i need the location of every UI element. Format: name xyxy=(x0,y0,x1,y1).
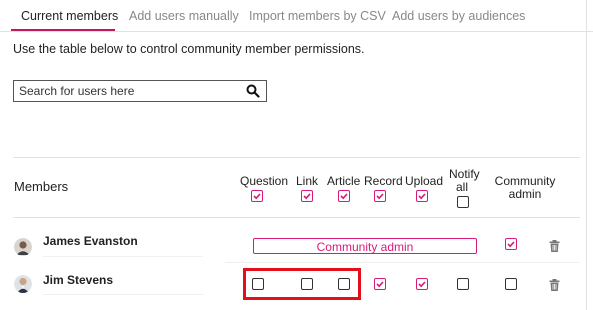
tab-current-members[interactable]: Current members xyxy=(21,9,118,23)
notify-all-checkbox[interactable] xyxy=(457,278,469,290)
community-admin-checkbox[interactable] xyxy=(505,238,517,250)
search-box xyxy=(13,80,267,102)
page-description: Use the table below to control community… xyxy=(13,42,365,56)
member-name[interactable]: James Evanston xyxy=(43,234,138,248)
select-all-article-checkbox[interactable] xyxy=(338,190,350,202)
tab-import-members-csv[interactable]: Import members by CSV xyxy=(249,9,386,23)
column-header-upload: Upload xyxy=(405,174,444,188)
header-divider xyxy=(13,217,580,218)
select-all-notify-checkbox[interactable] xyxy=(457,196,469,208)
active-tab-indicator xyxy=(11,29,115,31)
avatar xyxy=(14,238,32,256)
select-all-question-checkbox[interactable] xyxy=(251,190,263,202)
upload-permission-checkbox[interactable] xyxy=(416,278,428,290)
select-all-link-checkbox[interactable] xyxy=(301,190,313,202)
row-divider xyxy=(225,262,580,263)
panel-border xyxy=(586,0,587,310)
tab-bar: Current members Add users manually Impor… xyxy=(0,0,593,32)
column-header-notify-all: Notify all xyxy=(449,168,480,194)
member-email-placeholder xyxy=(43,256,203,257)
select-all-upload-checkbox[interactable] xyxy=(416,190,428,202)
column-header-link: Link xyxy=(296,174,319,188)
member-name[interactable]: Jim Stevens xyxy=(43,273,113,287)
community-admin-badge: Community admin xyxy=(253,238,477,254)
column-header-notify-all-line2: all xyxy=(455,180,468,194)
tab-add-users-manually[interactable]: Add users manually xyxy=(129,9,239,23)
highlight-annotation xyxy=(243,268,361,300)
record-permission-checkbox[interactable] xyxy=(374,278,386,290)
table-top-divider xyxy=(13,157,580,158)
search-icon[interactable] xyxy=(246,84,260,98)
column-header-record: Record xyxy=(364,174,403,188)
trash-icon[interactable] xyxy=(549,240,560,252)
community-admin-checkbox[interactable] xyxy=(505,278,517,290)
column-header-community-admin: Community admin xyxy=(494,175,556,201)
select-all-record-checkbox[interactable] xyxy=(374,190,386,202)
member-email-placeholder xyxy=(43,294,203,295)
members-column-header: Members xyxy=(14,179,69,194)
search-input[interactable] xyxy=(14,81,239,101)
column-header-community-admin-line2: admin xyxy=(508,187,542,201)
avatar xyxy=(14,275,32,293)
column-header-article: Article xyxy=(327,174,361,188)
tab-add-users-audiences[interactable]: Add users by audiences xyxy=(392,9,525,23)
column-header-question: Question xyxy=(240,174,289,188)
trash-icon[interactable] xyxy=(549,279,560,291)
